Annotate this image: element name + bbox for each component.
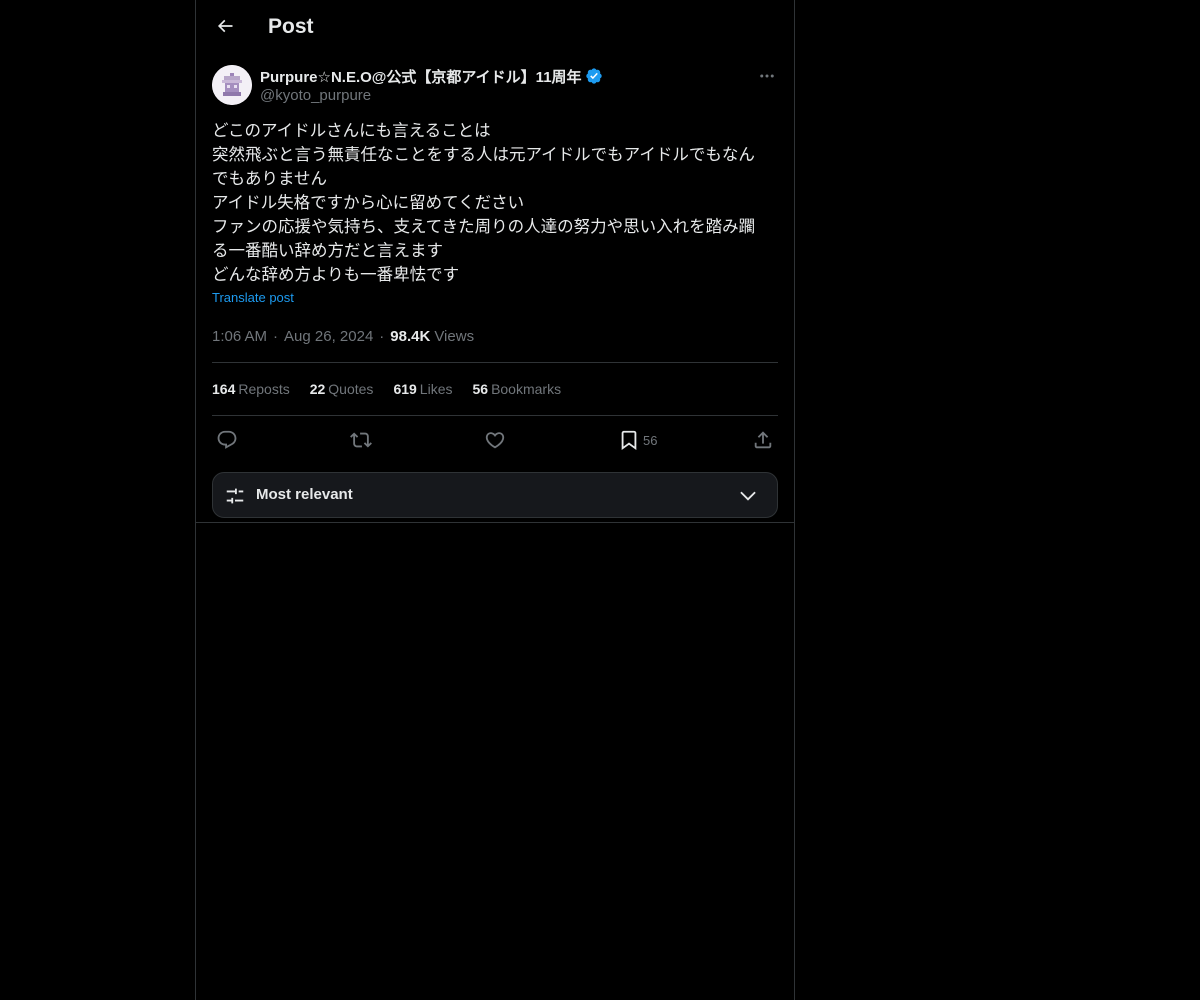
page-header: Post <box>196 0 794 53</box>
heart-icon <box>485 432 505 449</box>
quotes-label: Quotes <box>328 381 374 397</box>
views-label: Views <box>434 327 475 345</box>
bookmark-icon <box>621 430 637 451</box>
author-row: Purpure☆N.E.O@公式【京都アイドル】11周年 @kyoto_purp… <box>212 65 778 117</box>
author-handle[interactable]: @kyoto_purpure <box>260 87 371 104</box>
translate-post-link[interactable]: Translate post <box>212 290 294 306</box>
views-count: 98.4K <box>390 327 431 345</box>
meta-separator: · <box>379 327 385 345</box>
sort-label: Most relevant <box>256 486 353 503</box>
avatar[interactable] <box>212 65 252 105</box>
repost-icon <box>350 432 372 448</box>
section-divider <box>196 522 794 523</box>
more-options-button[interactable] <box>756 65 778 87</box>
post-text-line: 突然飛ぶと言う無責任なことをする人は元アイドルでもアイドルでもなん <box>212 146 755 164</box>
post-text-line: でもありません <box>212 170 328 188</box>
chevron-down-icon <box>740 491 756 501</box>
author-name-row[interactable]: Purpure☆N.E.O@公式【京都アイドル】11周年 <box>260 65 603 87</box>
filter-sliders-icon <box>226 488 244 504</box>
back-arrow-icon <box>217 19 233 33</box>
reposts-stat[interactable]: 164 Reposts <box>212 381 290 397</box>
bookmarks-count: 56 <box>472 381 489 397</box>
post-text-line: アイドル失格ですから心に留めてください <box>212 194 525 212</box>
reply-button[interactable] <box>216 429 238 451</box>
bookmark-button[interactable]: 56 <box>618 429 657 451</box>
page-title: Post <box>268 15 314 38</box>
likes-stat[interactable]: 619 Likes <box>393 381 452 397</box>
author-name[interactable]: Purpure☆N.E.O@公式【京都アイドル】11周年 <box>260 66 582 87</box>
share-button[interactable] <box>752 429 774 451</box>
bookmark-count: 56 <box>643 432 658 448</box>
reply-sort-dropdown[interactable]: Most relevant <box>212 472 778 518</box>
back-button[interactable] <box>212 13 238 39</box>
bookmarks-stat[interactable]: 56 Bookmarks <box>472 381 561 397</box>
reposts-count: 164 <box>212 381 236 397</box>
post-date[interactable]: Aug 26, 2024 <box>284 328 373 345</box>
post-text-line: る一番酷い辞め方だと言えます <box>212 242 443 260</box>
likes-count: 619 <box>393 381 417 397</box>
post-text: どこのアイドルさんにも言えることは 突然飛ぶと言う無責任なことをする人は元アイド… <box>212 119 778 287</box>
primary-column: Post Purpure☆N.E.O@公式【京都アイドル】11周年 @kyoto… <box>195 0 795 1000</box>
likes-label: Likes <box>419 381 453 397</box>
post-text-line: どんな辞め方よりも一番卑怯です <box>212 266 460 284</box>
more-dots-icon <box>760 74 774 78</box>
reposts-label: Reposts <box>238 381 290 397</box>
repost-button[interactable] <box>350 429 372 451</box>
quotes-stat[interactable]: 22 Quotes <box>310 381 374 397</box>
post-text-line: どこのアイドルさんにも言えることは <box>212 122 491 140</box>
post-time[interactable]: 1:06 AM <box>212 328 267 345</box>
action-bar: 56 <box>212 416 778 464</box>
like-button[interactable] <box>484 429 506 451</box>
share-icon <box>754 431 772 449</box>
quotes-count: 22 <box>309 381 326 397</box>
post-meta: 1:06 AM · Aug 26, 2024 · 98.4K Views <box>212 326 778 363</box>
avatar-image <box>212 65 252 105</box>
meta-separator: · <box>273 327 279 345</box>
post: Purpure☆N.E.O@公式【京都アイドル】11周年 @kyoto_purp… <box>196 65 794 518</box>
post-text-line: ファンの応援や気持ち、支えてきた周りの人達の努力や思い入れを踏み躙 <box>212 218 756 236</box>
engagement-stats: 164 Reposts 22 Quotes 619 Likes 56 Bookmarks <box>212 363 778 416</box>
bookmarks-label: Bookmarks <box>491 381 562 397</box>
reply-icon <box>217 430 237 449</box>
verified-badge-icon[interactable] <box>585 67 603 85</box>
